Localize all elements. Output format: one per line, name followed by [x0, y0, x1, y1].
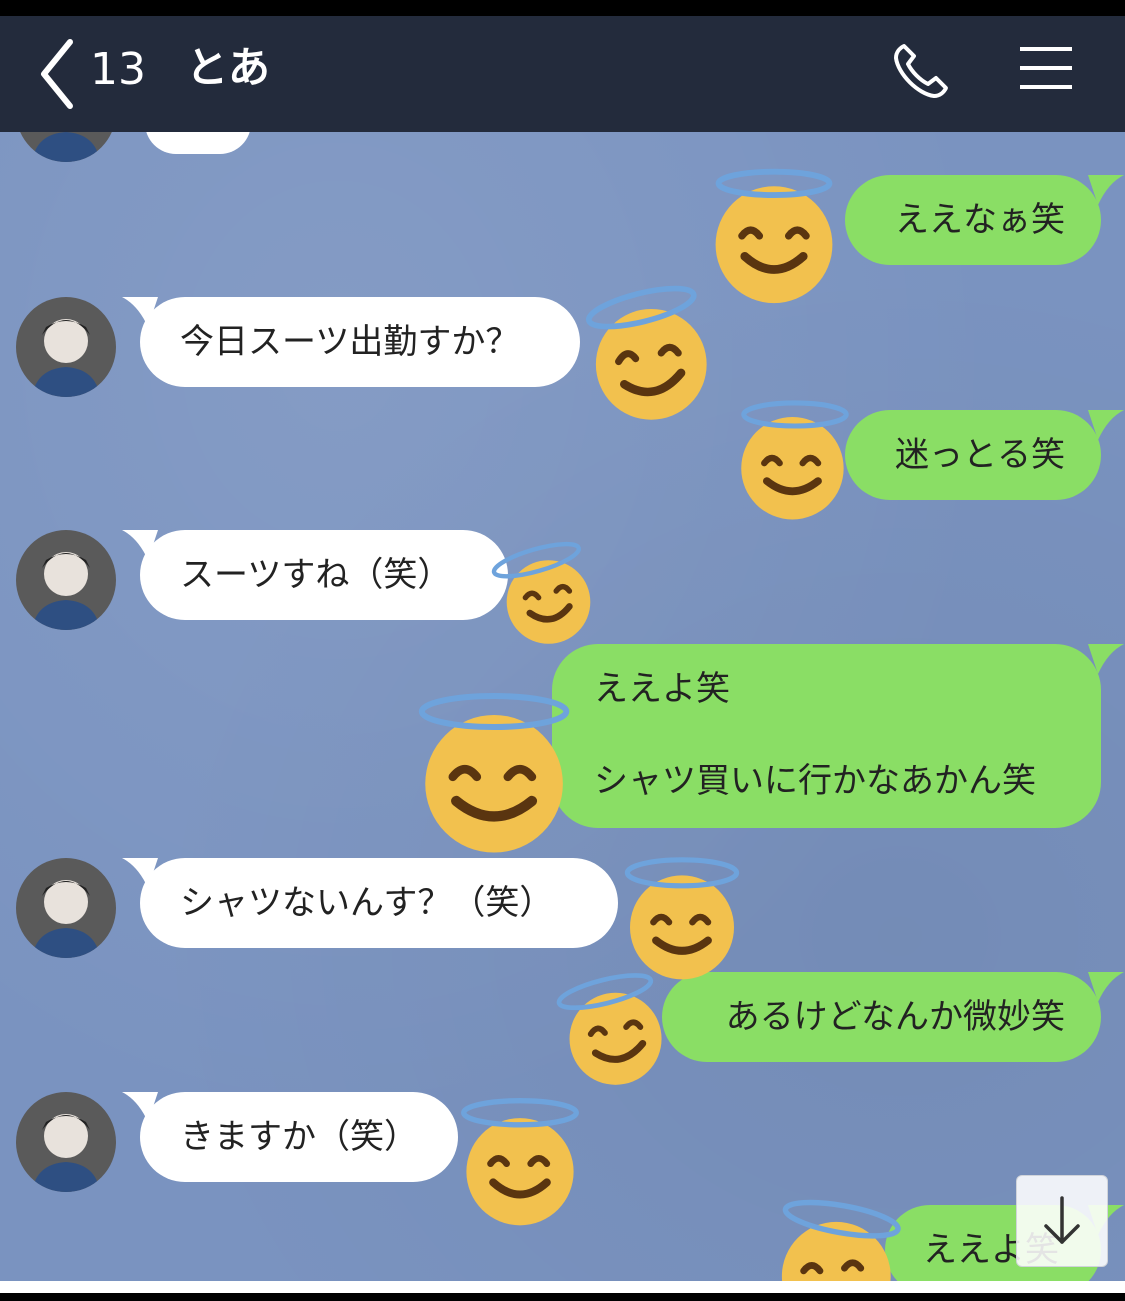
chat-header: 13 とあ: [0, 16, 1125, 132]
bubble-tail: [1088, 175, 1124, 205]
avatar[interactable]: [16, 530, 116, 630]
message-bubble[interactable]: きますか（笑）: [140, 1092, 458, 1182]
bottom-strip: [0, 1293, 1125, 1301]
message-text-line-1: ええよ笑: [594, 669, 730, 709]
message-text: 迷っとる笑: [895, 435, 1065, 475]
chevron-left-icon[interactable]: [38, 36, 78, 112]
smiling-face-with-halo-emoji: [781, 1199, 901, 1281]
chat-area[interactable]: ええなぁ笑 今日スーツ出勤すか？ 迷っとる笑 スーツすね（笑） ええよ笑 シャツ…: [0, 132, 1125, 1281]
message-bubble[interactable]: ええよ笑 シャツ買いに行かなあかん笑: [552, 644, 1101, 828]
message-text: きますか（笑）: [180, 1117, 418, 1157]
hamburger-menu-icon[interactable]: [1018, 46, 1074, 90]
bubble-tail: [1088, 410, 1124, 440]
smiling-face-with-halo-emoji: [491, 541, 591, 644]
message-bubble[interactable]: あるけどなんか微妙笑: [662, 972, 1101, 1062]
avatar[interactable]: [16, 1092, 116, 1192]
contact-name: とあ: [186, 43, 271, 92]
bubble-tail: [1088, 972, 1124, 1002]
message-text: スーツすね（笑）: [180, 555, 452, 595]
smiling-face-with-halo-emoji: [556, 973, 662, 1085]
message-bubble[interactable]: シャツないんす？（笑）: [140, 858, 618, 948]
arrow-down-icon: [1044, 1196, 1080, 1244]
bottom-bar: [0, 1281, 1125, 1293]
message-bubble[interactable]: ええなぁ笑: [845, 175, 1101, 265]
message-bubble[interactable]: 今日スーツ出勤すか？: [140, 297, 580, 387]
message-text: 今日スーツ出勤すか？: [180, 322, 520, 362]
unread-count[interactable]: 13: [90, 40, 146, 100]
status-bar-strip: [0, 0, 1125, 16]
smiling-face-with-halo-emoji: [624, 857, 740, 980]
smiling-face-with-halo-emoji: [586, 285, 707, 420]
message-bubble[interactable]: 迷っとる笑: [845, 410, 1101, 500]
message-text: あるけどなんか微妙笑: [725, 997, 1065, 1037]
smiling-face-with-halo-emoji: [741, 400, 849, 520]
avatar[interactable]: [16, 297, 116, 397]
scroll-to-bottom-button[interactable]: [1016, 1175, 1108, 1267]
avatar[interactable]: [16, 132, 116, 162]
bubble-tail: [1088, 644, 1124, 674]
avatar[interactable]: [16, 858, 116, 958]
message-text: シャツないんす？（笑）: [180, 883, 554, 923]
phone-icon[interactable]: [890, 40, 952, 102]
incoming-bubble-partial: [145, 132, 251, 154]
message-text: ええなぁ笑: [895, 200, 1065, 240]
smiling-face-with-halo-emoji: [418, 693, 570, 853]
message-bubble[interactable]: スーツすね（笑）: [140, 530, 508, 620]
message-text-line-2: シャツ買いに行かなあかん笑: [594, 761, 1036, 801]
smiling-face-with-halo-emoji: [715, 168, 833, 304]
smiling-face-with-halo-emoji: [461, 1098, 579, 1226]
